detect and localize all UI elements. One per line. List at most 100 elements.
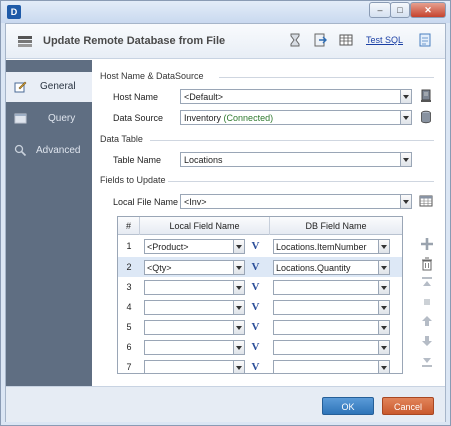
data-source-select[interactable]: Inventory (Connected) [180,110,412,125]
local-field-select[interactable] [144,360,245,373]
row-number: 5 [126,322,132,332]
chevron-down-icon[interactable] [400,153,411,166]
chevron-down-icon[interactable] [233,240,244,253]
variable-button[interactable]: V [248,340,263,355]
variable-button[interactable]: V [248,360,263,373]
chevron-down-icon[interactable] [378,321,389,334]
sidebar-item-general[interactable]: General [6,72,92,102]
grid-header: # Local Field Name DB Field Name [118,217,402,235]
section-divider [219,77,434,78]
dialog-title: Update Remote Database from File [43,35,226,47]
variable-button[interactable]: V [248,260,263,275]
import-icon[interactable] [313,33,327,47]
fields-grid: # Local Field Name DB Field Name 1 <Prod… [117,216,403,374]
test-sql-link[interactable]: Test SQL [366,35,403,45]
table-name-select[interactable]: Locations [180,152,412,167]
variable-button[interactable]: V [248,280,263,295]
sidebar-item-label: Advanced [36,145,81,156]
row-number: 2 [126,262,132,272]
row-number: 6 [126,342,132,352]
minimize-button[interactable]: – [369,2,391,18]
chevron-down-icon[interactable] [378,261,389,274]
notepad-icon[interactable] [418,33,432,47]
variable-button[interactable]: V [248,239,263,254]
ok-button[interactable]: OK [322,397,374,415]
column-header-number: # [118,217,140,235]
local-field-select[interactable] [144,280,245,295]
chevron-down-icon[interactable] [233,301,244,314]
maximize-button[interactable]: □ [390,2,410,18]
delete-row-icon[interactable] [420,257,434,271]
db-field-select[interactable] [273,340,390,355]
table-row[interactable]: 3 V [118,277,402,297]
table-name-label: Table Name [113,155,162,165]
dialog-client: Update Remote Database from File Test SQ… [5,23,446,422]
database-icon [18,36,32,47]
local-field-select[interactable]: <Qty> [144,260,245,275]
section-title-fields: Fields to Update [100,175,166,185]
db-field-select[interactable] [273,320,390,335]
table-icon[interactable] [419,194,433,208]
column-header-db-field: DB Field Name [305,221,367,231]
chevron-down-icon[interactable] [233,281,244,294]
row-number: 1 [126,241,132,251]
pencil-paper-icon [14,81,27,93]
data-source-name: Inventory [184,113,222,123]
server-icon[interactable] [419,89,433,103]
variable-button[interactable]: V [248,320,263,335]
grid-scrollbar[interactable] [402,217,403,373]
table-row[interactable]: 2 <Qty> V Locations.Quantity [118,257,402,277]
move-bottom-icon[interactable] [420,354,434,368]
grid-icon[interactable] [339,33,353,47]
reorder-handle-icon[interactable] [420,295,434,309]
dialog-header: Update Remote Database from File Test SQ… [6,24,445,59]
table-row[interactable]: 5 V [118,317,402,337]
table-row[interactable]: 4 V [118,297,402,317]
local-field-select[interactable] [144,340,245,355]
chevron-down-icon[interactable] [233,341,244,354]
db-field-select[interactable] [273,360,390,373]
db-field-select[interactable]: Locations.ItemNumber [273,239,390,254]
table-row[interactable]: 6 V [118,337,402,357]
host-name-select[interactable]: <Default> [180,89,412,104]
move-top-icon[interactable] [420,276,434,290]
close-button[interactable]: ✕ [410,2,446,18]
local-file-label: Local File Name [113,197,179,207]
move-up-icon[interactable] [420,314,434,328]
database-cylinder-icon[interactable] [419,110,433,124]
chevron-down-icon[interactable] [400,195,411,208]
table-row[interactable]: 1 <Product> V Locations.ItemNumber [118,236,402,256]
chevron-down-icon[interactable] [378,301,389,314]
hourglass-icon[interactable] [288,33,302,47]
local-field-select[interactable] [144,320,245,335]
local-file-select[interactable]: <Inv> [180,194,412,209]
chevron-down-icon[interactable] [378,341,389,354]
sidebar-item-query[interactable]: Query [6,104,92,134]
chevron-down-icon[interactable] [233,321,244,334]
chevron-down-icon[interactable] [378,281,389,294]
move-down-icon[interactable] [420,334,434,348]
host-name-label: Host Name [113,92,159,102]
chevron-down-icon[interactable] [400,90,411,103]
local-field-select[interactable]: <Product> [144,239,245,254]
table-row[interactable]: 7 V [118,357,402,373]
dialog-window: D – □ ✕ Update Remote Database from File [0,0,451,426]
variable-button[interactable]: V [248,300,263,315]
local-field-select[interactable] [144,300,245,315]
db-field-select[interactable] [273,300,390,315]
chevron-down-icon[interactable] [378,361,389,373]
row-number: 4 [126,302,132,312]
db-field-select[interactable] [273,280,390,295]
chevron-down-icon[interactable] [233,361,244,373]
chevron-down-icon[interactable] [233,261,244,274]
row-number: 7 [126,362,132,372]
dialog-footer: OK Cancel [6,386,445,422]
db-field-select[interactable]: Locations.Quantity [273,260,390,275]
add-row-icon[interactable] [420,237,434,251]
connection-status: (Connected) [223,113,274,123]
chevron-down-icon[interactable] [400,111,411,124]
section-title-host: Host Name & DataSource [100,71,204,81]
chevron-down-icon[interactable] [378,240,389,253]
cancel-button[interactable]: Cancel [382,397,434,415]
sidebar-item-advanced[interactable]: Advanced [6,136,92,166]
